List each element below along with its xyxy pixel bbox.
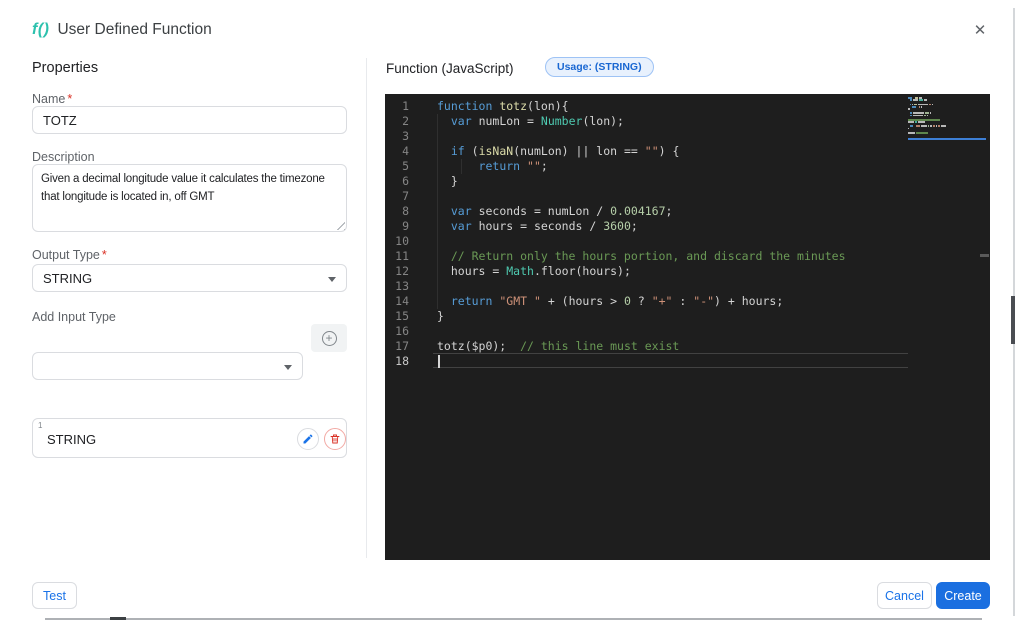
line-number: 17 (395, 339, 409, 353)
code-line[interactable] (433, 353, 908, 368)
trash-icon (330, 434, 340, 444)
code-line[interactable] (433, 129, 908, 144)
required-asterisk: * (67, 92, 73, 106)
input-type-value: STRING (47, 432, 97, 447)
function-header: Function (JavaScript) (386, 61, 514, 76)
add-input-type-label: Add Input Type (32, 310, 116, 324)
pencil-icon (303, 434, 313, 444)
line-number: 8 (402, 204, 409, 218)
code-editor[interactable]: 1 2 3 4 5 6 7 8 9 10 11 12 13 14 15 16 17 18 function tot… (385, 94, 990, 560)
line-number: 1 (402, 99, 409, 113)
code-line[interactable]: if (isNaN(numLon) || lon == "") { (433, 144, 908, 159)
line-number: 6 (402, 174, 409, 188)
properties-panel: Properties Name* Description Given a dec… (32, 58, 347, 458)
delete-input-type-button[interactable] (324, 428, 346, 450)
close-icon[interactable]: ✕ (968, 18, 992, 42)
code-line[interactable]: var numLon = Number(lon); (433, 114, 908, 129)
output-type-select[interactable]: STRING (32, 264, 347, 292)
plus-circle-icon: + (321, 330, 337, 346)
code-line[interactable]: hours = Math.floor(hours); (433, 264, 908, 279)
line-number: 15 (395, 309, 409, 323)
line-number: 7 (402, 189, 409, 203)
dialog-title: User Defined Function (57, 21, 212, 38)
dialog-header: f() User Defined Function (32, 18, 212, 42)
name-label: Name * (32, 92, 73, 106)
page-bottom-dash (110, 617, 126, 620)
overview-ruler-marker (980, 254, 989, 257)
code-line[interactable]: totz($p0); // this line must exist (433, 339, 908, 354)
editor-code: function totz(lon){ var numLon = Number(… (433, 99, 908, 368)
code-line[interactable]: function totz(lon){ (433, 99, 908, 114)
line-number: 18 (395, 354, 409, 368)
output-type-value: STRING (43, 270, 93, 286)
page-bottom-edge (45, 618, 982, 620)
code-line[interactable] (433, 279, 908, 294)
line-number: 10 (395, 234, 409, 248)
description-wrap: Given a decimal longitude value it calcu… (32, 164, 347, 232)
code-line[interactable]: } (433, 309, 908, 324)
chevron-down-icon (328, 277, 336, 282)
description-input[interactable]: Given a decimal longitude value it calcu… (32, 164, 347, 232)
properties-heading: Properties (32, 60, 99, 76)
line-number: 16 (395, 324, 409, 338)
code-line[interactable]: var seconds = numLon / 0.004167; (433, 204, 908, 219)
code-line[interactable]: } (433, 174, 908, 189)
line-number: 9 (402, 219, 409, 233)
cancel-button[interactable]: Cancel (877, 582, 932, 609)
line-number: 4 (402, 144, 409, 158)
code-line[interactable]: var hours = seconds / 3600; (433, 219, 908, 234)
screen: f() User Defined Function ✕ Properties N… (0, 0, 1024, 630)
line-number: 11 (395, 249, 409, 263)
code-line[interactable] (433, 234, 908, 249)
panel-divider (366, 58, 367, 558)
usage-badge: Usage: (STRING) (545, 57, 654, 77)
code-line[interactable]: return "GMT " + (hours > 0 ? "+" : "-") … (433, 294, 908, 309)
line-number: 14 (395, 294, 409, 308)
required-asterisk: * (101, 248, 107, 262)
edit-input-type-button[interactable] (297, 428, 319, 450)
minimap-line (908, 134, 986, 136)
function-icon: f() (32, 21, 50, 38)
add-input-type-select[interactable] (32, 352, 303, 380)
line-number: 12 (395, 264, 409, 278)
test-button[interactable]: Test (32, 582, 77, 609)
code-line[interactable]: // Return only the hours portion, and di… (433, 249, 908, 264)
description-label: Description (32, 150, 95, 164)
chevron-down-icon (284, 365, 292, 370)
minimap-cursor-line (908, 137, 986, 140)
editor-minimap[interactable] (908, 97, 986, 140)
output-type-label: Output Type * (32, 248, 107, 262)
line-number: 3 (402, 129, 409, 143)
line-number: 2 (402, 114, 409, 128)
add-input-type-button[interactable]: + (311, 324, 347, 352)
input-type-row: 1 STRING (32, 418, 347, 458)
create-button[interactable]: Create (936, 582, 990, 609)
code-line[interactable] (433, 189, 908, 204)
line-number: 13 (395, 279, 409, 293)
code-line[interactable] (433, 324, 908, 339)
code-line[interactable]: return ""; (433, 159, 908, 174)
page-scrollbar-thumb[interactable] (1011, 296, 1015, 344)
editor-gutter: 1 2 3 4 5 6 7 8 9 10 11 12 13 14 15 16 17 18 (385, 99, 433, 369)
line-number: 5 (402, 159, 409, 173)
text-cursor (438, 355, 440, 368)
name-input[interactable] (32, 106, 347, 134)
input-type-index: 1 (38, 421, 43, 430)
